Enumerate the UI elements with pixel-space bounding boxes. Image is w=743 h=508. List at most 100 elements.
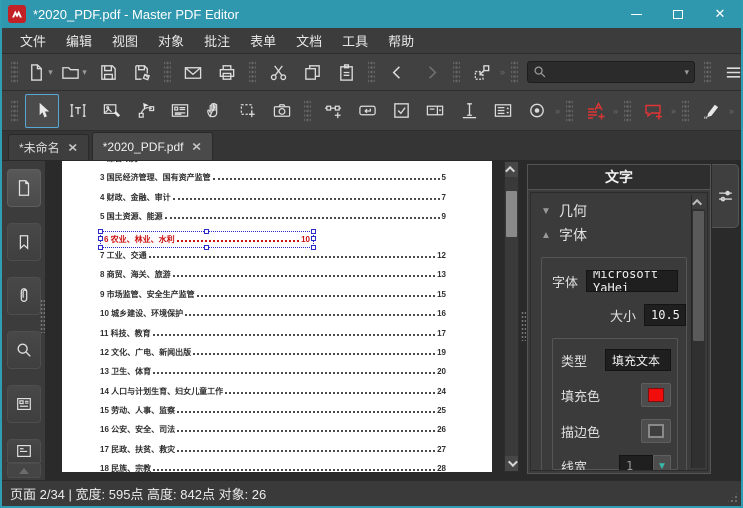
toc-entry[interactable]: 14 人口与计划生育、妇女儿童工作 24: [100, 386, 446, 405]
menu-edit[interactable]: 编辑: [56, 28, 102, 53]
menu-document[interactable]: 文档: [286, 28, 332, 53]
menu-view[interactable]: 视图: [102, 28, 148, 53]
open-file-dropdown[interactable]: ▾: [82, 67, 87, 78]
menu-object[interactable]: 对象: [148, 28, 194, 53]
toc-entry[interactable]: 7 工业、交通 12: [100, 250, 446, 269]
toolbar-grip[interactable]: [566, 98, 574, 123]
toolbar-grip[interactable]: [368, 60, 375, 84]
toc-entry[interactable]: 2 综合政务 3: [100, 161, 446, 172]
toolbar-grip[interactable]: [682, 98, 690, 123]
selection-handle[interactable]: [98, 236, 103, 242]
tab-close-icon[interactable]: ✕: [191, 140, 201, 153]
toolbar-grip[interactable]: [304, 98, 311, 123]
save-button[interactable]: [93, 57, 123, 87]
text-field-tool[interactable]: [454, 96, 484, 126]
font-family-field[interactable]: Microsoft YaHei: [586, 270, 678, 292]
highlight-text-tool[interactable]: [580, 96, 610, 126]
new-document-dropdown[interactable]: ▾: [48, 67, 53, 78]
navigate-forward-button[interactable]: [416, 57, 446, 87]
attachments-button[interactable]: [6, 277, 41, 315]
toc-entry[interactable]: 17 民政、扶贫、救灾 27: [100, 444, 446, 463]
scrollbar-track[interactable]: [505, 177, 518, 456]
radio-button-tool[interactable]: [522, 96, 552, 126]
selection-handle[interactable]: [311, 244, 316, 250]
scroll-up-button[interactable]: [505, 162, 518, 177]
window-resize-grip[interactable]: [726, 491, 739, 504]
scroll-up-button[interactable]: [692, 195, 705, 209]
line-width-dropdown[interactable]: ▼: [653, 455, 671, 470]
form-fields-button[interactable]: [6, 385, 41, 423]
toc-entry[interactable]: 5 国土资源、能源 9: [100, 211, 446, 230]
scrollbar-track[interactable]: [692, 209, 705, 468]
toc-entry[interactable]: 15 劳动、人事、监察 25: [100, 405, 446, 424]
fill-color-button[interactable]: [641, 383, 671, 407]
toolbar-grip[interactable]: [624, 98, 632, 123]
sidebar-splitter-handle[interactable]: [40, 299, 45, 333]
toc-entry[interactable]: 4 财政、金融、审计 7: [100, 192, 446, 211]
selection-handle[interactable]: [311, 228, 316, 234]
toc-entry[interactable]: 10 城乡建设、环境保护 16: [100, 308, 446, 327]
panel-scrollbar[interactable]: [691, 195, 705, 468]
tab-close-icon[interactable]: ✕: [68, 141, 78, 154]
section-geometry[interactable]: ▼ 几何: [541, 199, 687, 223]
snapshot-tool[interactable]: [267, 96, 297, 126]
open-file-button[interactable]: ▾: [59, 57, 89, 87]
checkbox-tool[interactable]: [386, 96, 416, 126]
selection-handle[interactable]: [98, 228, 103, 234]
select-area-tool[interactable]: [233, 96, 263, 126]
edit-form-tool[interactable]: [165, 96, 195, 126]
scrollbar-thumb[interactable]: [506, 191, 517, 237]
toc-entry[interactable]: 16 公安、安全、司法 26: [100, 424, 446, 443]
tab-untitled[interactable]: *未命名 ✕: [8, 134, 89, 160]
menu-help[interactable]: 帮助: [378, 28, 424, 53]
toc-entry[interactable]: 11 科技、教育 17: [100, 328, 446, 347]
eraser-pen-tool[interactable]: [696, 96, 726, 126]
link-tool[interactable]: [318, 96, 348, 126]
search-dropdown-icon[interactable]: ▾: [684, 67, 689, 78]
toolbar-grip[interactable]: [249, 60, 256, 84]
selection-handle[interactable]: [311, 236, 316, 242]
toolbar-grip[interactable]: [11, 98, 18, 123]
callout-note-tool[interactable]: [638, 96, 668, 126]
bookmarks-button[interactable]: [6, 223, 41, 261]
search-panel-button[interactable]: [6, 331, 41, 369]
menu-file[interactable]: 文件: [10, 28, 56, 53]
pdf-page[interactable]: 2 综合政务 3 3 国民经济管理、国有资产监管 5 4 财政、金融、审计 7 5 国土资源…: [62, 161, 492, 472]
menu-annotation[interactable]: 批注: [194, 28, 240, 53]
combo-box-tool[interactable]: [420, 96, 450, 126]
scroll-down-button[interactable]: [505, 456, 518, 471]
selection-handle[interactable]: [98, 244, 103, 250]
minimize-button[interactable]: [615, 0, 657, 28]
selection-handle[interactable]: [204, 228, 209, 234]
paste-button[interactable]: [331, 57, 361, 87]
fit-selection-button[interactable]: [467, 57, 497, 87]
save-as-button[interactable]: [127, 57, 157, 87]
toc-entry-selected[interactable]: 6 农业、林业、水利 10: [98, 228, 446, 250]
scrollbar-thumb[interactable]: [693, 211, 704, 341]
selection-handle[interactable]: [204, 244, 209, 250]
section-font[interactable]: ▲ 字体: [541, 223, 687, 247]
copy-button[interactable]: [297, 57, 327, 87]
print-button[interactable]: [212, 57, 242, 87]
toc-entry[interactable]: 8 商贸、海关、旅游 13: [100, 269, 446, 288]
toc-entry[interactable]: 3 国民经济管理、国有资产监管 5: [100, 172, 446, 191]
edit-image-tool[interactable]: [97, 96, 127, 126]
edit-path-tool[interactable]: [131, 96, 161, 126]
send-email-button[interactable]: [178, 57, 208, 87]
hand-pan-tool[interactable]: [199, 96, 229, 126]
stroke-color-button[interactable]: [641, 419, 671, 443]
tab-2020-pdf[interactable]: *2020_PDF.pdf ✕: [91, 132, 213, 160]
toolbar-grip[interactable]: [704, 60, 712, 84]
menu-form[interactable]: 表单: [240, 28, 286, 53]
select-pointer-tool[interactable]: [25, 93, 59, 128]
search-input[interactable]: [547, 65, 685, 79]
search-box[interactable]: ▾: [527, 61, 696, 83]
document-scrollbar[interactable]: [504, 161, 519, 472]
panel-splitter-handle[interactable]: [521, 311, 526, 341]
push-button-tool[interactable]: [352, 96, 382, 126]
font-size-field[interactable]: 10.5: [644, 304, 686, 326]
toc-entry[interactable]: 9 市场监管、安全生产监管 15: [100, 289, 446, 308]
toolbar-grip[interactable]: [511, 60, 519, 84]
menu-tools[interactable]: 工具: [332, 28, 378, 53]
toolbar-grip[interactable]: [453, 60, 460, 84]
